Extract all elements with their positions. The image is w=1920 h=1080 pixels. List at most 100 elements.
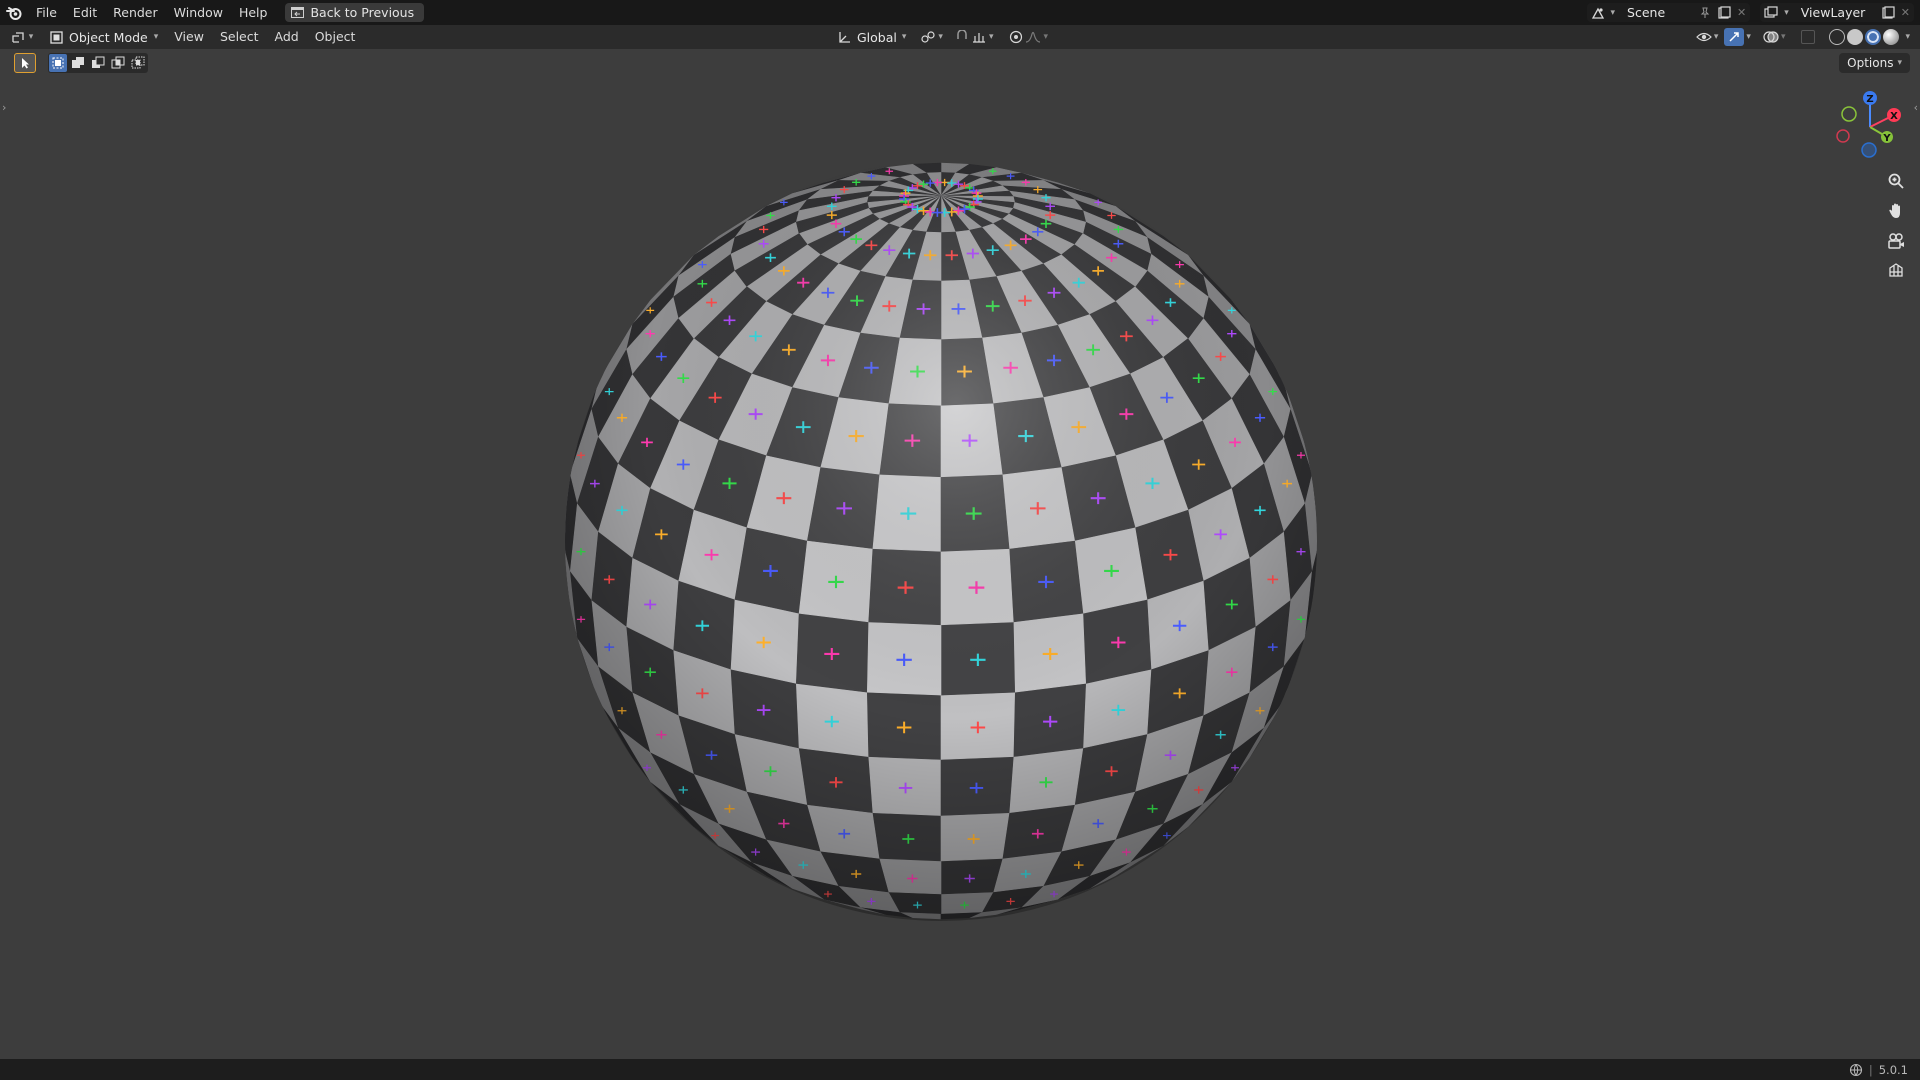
scene-selector[interactable]: ▾ Scene ✕ — [1586, 3, 1751, 22]
gizmo-z-label: Z — [1866, 94, 1873, 105]
menu-help[interactable]: Help — [231, 0, 276, 25]
checker-tile — [879, 858, 942, 895]
snap-chevron-icon: ▾ — [988, 32, 994, 42]
new-view-layer-icon[interactable] — [1881, 5, 1895, 20]
transform-orientation-label: Global — [857, 29, 897, 45]
menu-file[interactable]: File — [28, 0, 65, 25]
gizmo-neg-z[interactable] — [1861, 142, 1877, 158]
gizmo-chevron-icon: ▾ — [1746, 32, 1751, 42]
object-mode-label: Object Mode — [69, 29, 148, 45]
blender-version: 5.0.1 — [1878, 1062, 1908, 1077]
visibility-dropdown[interactable]: ▾ — [1696, 30, 1719, 44]
new-scene-icon[interactable] — [1717, 5, 1731, 20]
checker-tile — [1082, 599, 1152, 684]
falloff-icon — [1026, 31, 1041, 43]
gizmo-toggle[interactable]: ▾ — [1724, 28, 1751, 46]
hand-icon — [1889, 203, 1900, 218]
wireframe-shading-button[interactable] — [1829, 29, 1846, 45]
eye-icon — [1696, 32, 1712, 42]
menu-window[interactable]: Window — [166, 0, 231, 25]
sphere-render — [563, 161, 1319, 921]
delete-scene-icon[interactable]: ✕ — [1737, 6, 1746, 19]
options-dropdown[interactable]: Options ▾ — [1839, 53, 1910, 73]
rendered-shading-button[interactable] — [1883, 29, 1900, 45]
overlay-toggle[interactable]: ▾ — [1763, 30, 1786, 44]
pin-icon[interactable] — [1699, 7, 1711, 19]
pivot-point-dropdown[interactable]: ▾ — [920, 30, 943, 44]
blender-logo-icon[interactable] — [0, 0, 28, 25]
status-bar: | 5.0.1 — [0, 1059, 1920, 1080]
back-window-icon — [291, 7, 305, 18]
gizmo-icon — [1724, 28, 1745, 46]
tool-row — [0, 49, 148, 77]
header-menu-view[interactable]: View — [166, 25, 212, 49]
select-intersect-button[interactable] — [129, 54, 147, 72]
select-subtract-button[interactable] — [89, 54, 107, 72]
transform-orientation-dropdown[interactable]: Global ▾ — [838, 30, 906, 45]
pivot-icon — [921, 31, 936, 43]
orientation-chevron-icon: ▾ — [901, 32, 907, 42]
overlay-chevron-icon: ▾ — [1780, 32, 1786, 42]
zoom-button[interactable] — [1884, 169, 1908, 193]
checker-tile — [940, 858, 1003, 895]
editor-type-icon — [12, 32, 24, 43]
header-menu-object[interactable]: Object — [307, 25, 364, 49]
xray-toggle[interactable] — [1801, 30, 1816, 44]
camera-view-button[interactable] — [1884, 229, 1908, 253]
menu-edit[interactable]: Edit — [65, 0, 105, 25]
selection-mode-group — [48, 53, 148, 73]
shading-mode-group — [1829, 29, 1900, 45]
select-new-icon — [52, 57, 64, 69]
sidebar-expand-icon[interactable]: ‹ — [1914, 101, 1918, 114]
select-subtract-icon — [92, 56, 105, 68]
solid-shading-button[interactable] — [1847, 29, 1864, 45]
falloff-chevron-icon: ▾ — [1043, 32, 1048, 42]
menu-render[interactable]: Render — [105, 0, 166, 25]
select-invert-button[interactable] — [109, 54, 127, 72]
select-extend-button[interactable] — [69, 54, 87, 72]
view-layer-icon — [1764, 5, 1778, 18]
back-to-previous-label: Back to Previous — [310, 5, 415, 20]
editor-type-dropdown-icon: ▾ — [28, 32, 34, 42]
visibility-chevron-icon: ▾ — [1713, 32, 1719, 42]
toolbar-expand-icon[interactable]: › — [2, 101, 6, 114]
delete-view-layer-icon[interactable]: ✕ — [1901, 6, 1910, 19]
snap-icon — [957, 30, 967, 39]
navigation-gizmo[interactable]: Z X Y — [1830, 87, 1910, 167]
ortho-toggle-button[interactable] — [1884, 259, 1908, 283]
header-menu-select[interactable]: Select — [212, 25, 267, 49]
viewport-header: ▾ Object Mode ▾ View Select Add Object G… — [0, 25, 1920, 49]
proportional-edit-icon — [1010, 30, 1023, 44]
gizmo-x-label: X — [1890, 111, 1898, 122]
back-to-previous-button[interactable]: Back to Previous — [285, 3, 425, 22]
select-new-button[interactable] — [49, 54, 67, 72]
checker-sphere[interactable] — [563, 162, 1319, 920]
proportional-edit-toggle[interactable]: ▾ — [1009, 30, 1048, 44]
options-label: Options — [1847, 56, 1894, 70]
pan-button[interactable] — [1884, 199, 1908, 223]
gizmo-neg-y[interactable] — [1841, 106, 1857, 122]
header-menu-add[interactable]: Add — [267, 25, 307, 49]
editor-type-button[interactable]: ▾ — [0, 25, 44, 49]
3d-viewport[interactable]: › ‹ Z X Y — [0, 49, 1920, 1059]
checker-tile — [940, 812, 1010, 862]
transform-orientation-icon — [839, 32, 850, 43]
scene-dropdown-icon: ▾ — [1610, 7, 1616, 18]
shading-chevron-icon[interactable]: ▾ — [1905, 32, 1910, 42]
snap-target-icon — [972, 33, 985, 43]
checker-tile — [730, 599, 800, 684]
gizmo-neg-x[interactable] — [1836, 129, 1850, 143]
select-tool-button[interactable] — [14, 53, 36, 73]
gizmo-y-label: Y — [1882, 133, 1891, 144]
select-invert-icon — [111, 56, 125, 69]
checker-tile — [872, 812, 942, 862]
material-preview-shading-button[interactable] — [1865, 29, 1882, 45]
camera-icon — [1888, 233, 1904, 249]
view-layer-field[interactable]: ViewLayer — [1795, 3, 1875, 22]
scene-name-field[interactable]: Scene — [1621, 3, 1693, 22]
snap-toggle[interactable]: ▾ — [955, 30, 994, 44]
object-mode-dropdown[interactable]: Object Mode ▾ — [44, 27, 167, 47]
view-layer-selector[interactable]: ▾ ViewLayer ✕ — [1760, 3, 1914, 22]
right-tools: ▾ ▾ ▾ ▾ — [1696, 25, 1910, 49]
pivot-chevron-icon: ▾ — [938, 32, 943, 42]
